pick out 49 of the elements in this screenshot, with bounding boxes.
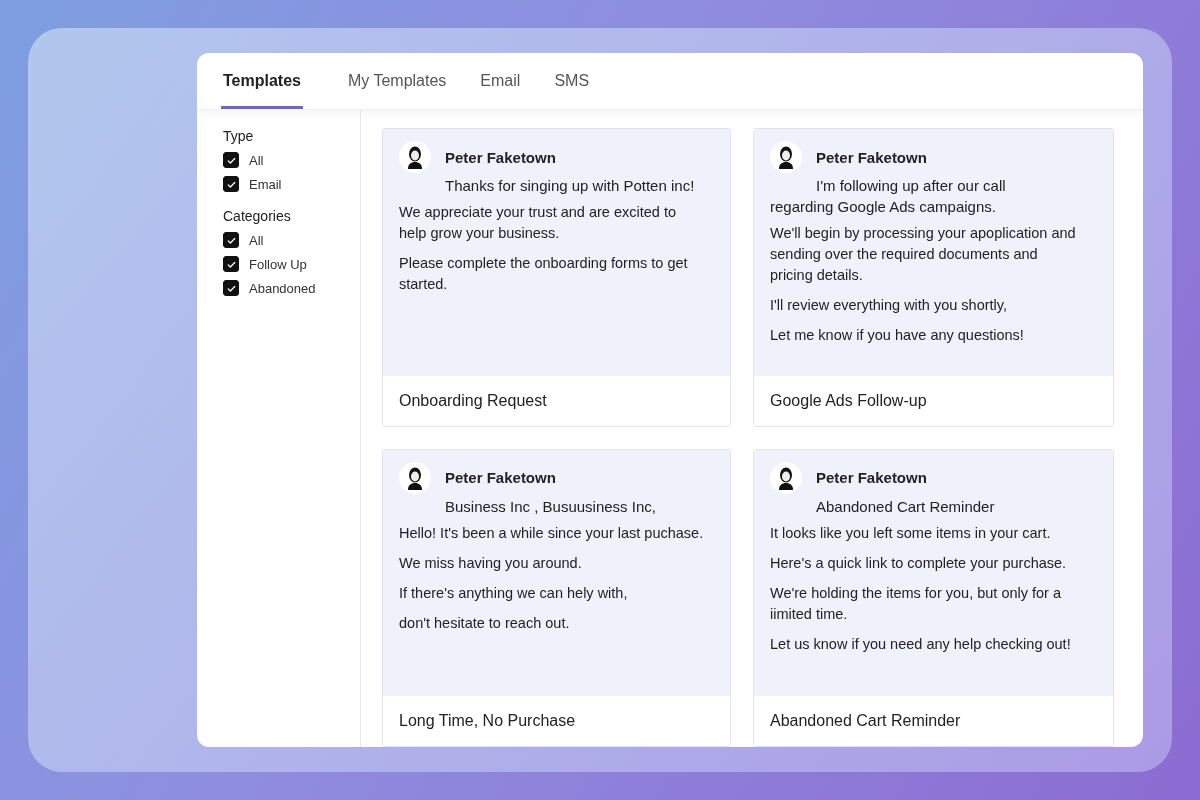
template-card[interactable] bbox=[753, 128, 1114, 427]
email-text: I'll review everything with you shortly, bbox=[770, 296, 1008, 315]
template-title: Google Ads Follow-up bbox=[770, 391, 927, 410]
checkbox-label: Email bbox=[249, 176, 282, 192]
tab[interactable]: SMS bbox=[541, 53, 603, 109]
email-text: It looks like you left some items in your cart. bbox=[770, 523, 1052, 543]
checkbox-label: Follow Up bbox=[249, 256, 307, 272]
template-title: Abandoned Cart Reminder bbox=[770, 712, 961, 730]
checkbox[interactable] bbox=[223, 152, 239, 168]
sender-name: Peter Faketown bbox=[445, 469, 556, 486]
email-subject: Thanks for singing up with Potten inc! bbox=[444, 176, 696, 196]
email-subject: Business Inc , Busuusiness Inc, bbox=[444, 496, 657, 517]
checkbox-label: All bbox=[249, 232, 264, 248]
checkbox[interactable] bbox=[223, 256, 239, 272]
email-subject: Abandoned Cart Reminder bbox=[815, 496, 996, 517]
template-card[interactable] bbox=[382, 448, 731, 747]
email-text: don't hesitate to reach out. bbox=[399, 613, 571, 633]
tab[interactable]: Email bbox=[467, 53, 534, 109]
checkbox[interactable] bbox=[223, 176, 239, 192]
email-text: Hello! It's been a while since your last puchase. bbox=[399, 523, 705, 543]
tab[interactable]: My Templates bbox=[334, 53, 460, 109]
sender-name: Peter Faketown bbox=[445, 148, 556, 166]
email-text: We're holding the items for you, but only for a iimited time. bbox=[770, 583, 1063, 624]
checkbox-label: Abandoned bbox=[249, 280, 316, 296]
email-text: Let me know if you have any questions! bbox=[770, 326, 1025, 345]
email-text: We appreciate your trust and are excited to help grow your business. bbox=[399, 203, 677, 243]
template-title: Long Time, No Purchase bbox=[399, 712, 576, 730]
filter-heading: Categories bbox=[223, 208, 292, 224]
email-subject: I'm following up after our call regarding Google Ads campaigns. bbox=[770, 176, 1007, 217]
checkbox[interactable] bbox=[223, 280, 239, 296]
avatar-icon bbox=[399, 141, 431, 173]
avatar-icon bbox=[399, 461, 431, 494]
tab[interactable]: Templates bbox=[221, 53, 303, 109]
template-card[interactable] bbox=[753, 448, 1114, 747]
email-text: Please complete the onboarding forms to get started. bbox=[399, 254, 689, 294]
checkbox[interactable] bbox=[223, 232, 239, 248]
email-text: Let us know if you need any help checking out! bbox=[770, 634, 1072, 654]
filter-heading: Type bbox=[223, 128, 255, 144]
sender-name: Peter Faketown bbox=[816, 469, 927, 486]
email-text: Here's a quick link to complete your purchase. bbox=[770, 553, 1068, 573]
checkbox-label: All bbox=[249, 152, 264, 168]
template-title: Onboarding Request bbox=[399, 391, 547, 410]
template-card[interactable]: Peter Faketown Thanks for singing up with Potten inc! We appreciate your trust and are excited to help grow your business. Please complete the onboarding forms to get started. Onboarding Request bbox=[382, 128, 731, 427]
avatar-icon bbox=[770, 461, 802, 494]
avatar-icon bbox=[770, 141, 802, 173]
email-text: If there's anything we can hely with, bbox=[399, 583, 629, 603]
email-text: We'll begin by processing your apoplication and sending over the required documents and pricing details. bbox=[770, 224, 1076, 285]
email-text: We miss having you around. bbox=[399, 553, 583, 573]
sender-name: Peter Faketown bbox=[816, 148, 927, 166]
